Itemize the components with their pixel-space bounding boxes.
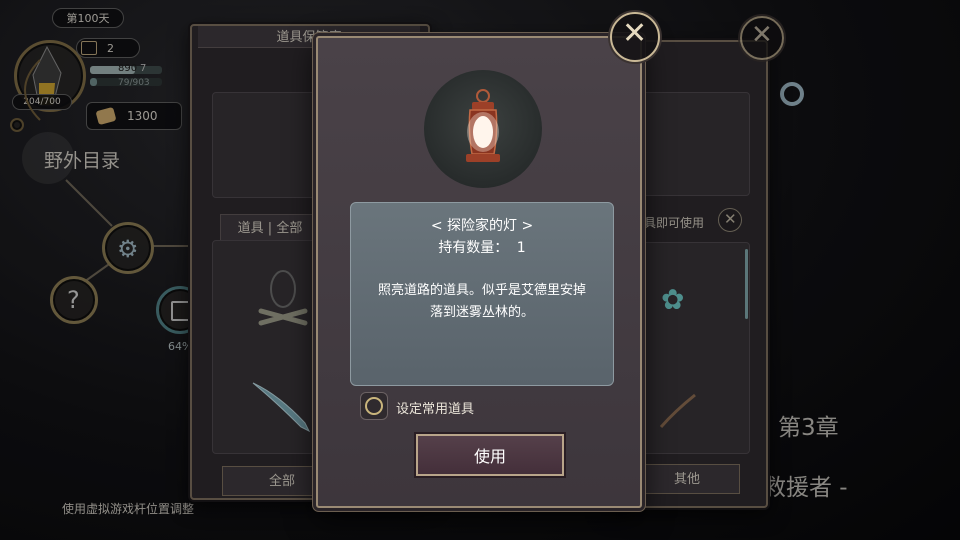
modal-close-button[interactable]: ✕ (610, 12, 660, 62)
checkbox-ring-icon (365, 397, 383, 415)
item-name: < 探险家的灯 > (430, 218, 534, 234)
quantity-value: 1 (516, 240, 526, 256)
favorite-checkbox-label[interactable]: 设定常用道具 (396, 398, 474, 417)
item-icon-frame (424, 70, 542, 188)
item-detail-modal: < 探险家的灯 > 持有数量： 1 照亮道路的道具。似乎是艾德里安掉 落到迷雾丛… (316, 36, 642, 508)
item-description-line2: 落到迷雾丛林的。 (429, 305, 534, 320)
close-icon: ✕ (622, 16, 648, 51)
quantity-label: 持有数量： (438, 240, 509, 256)
item-quantity-row: 持有数量： 1 (351, 237, 613, 257)
favorite-checkbox[interactable] (360, 392, 388, 420)
lantern-icon (466, 89, 500, 162)
item-description-box: < 探险家的灯 > 持有数量： 1 照亮道路的道具。似乎是艾德里安掉 落到迷雾丛… (350, 202, 614, 386)
use-button[interactable]: 使用 (416, 434, 564, 476)
item-description-line1: 照亮道路的道具。似乎是艾德里安掉 (377, 283, 586, 298)
use-button-label: 使用 (473, 447, 506, 466)
